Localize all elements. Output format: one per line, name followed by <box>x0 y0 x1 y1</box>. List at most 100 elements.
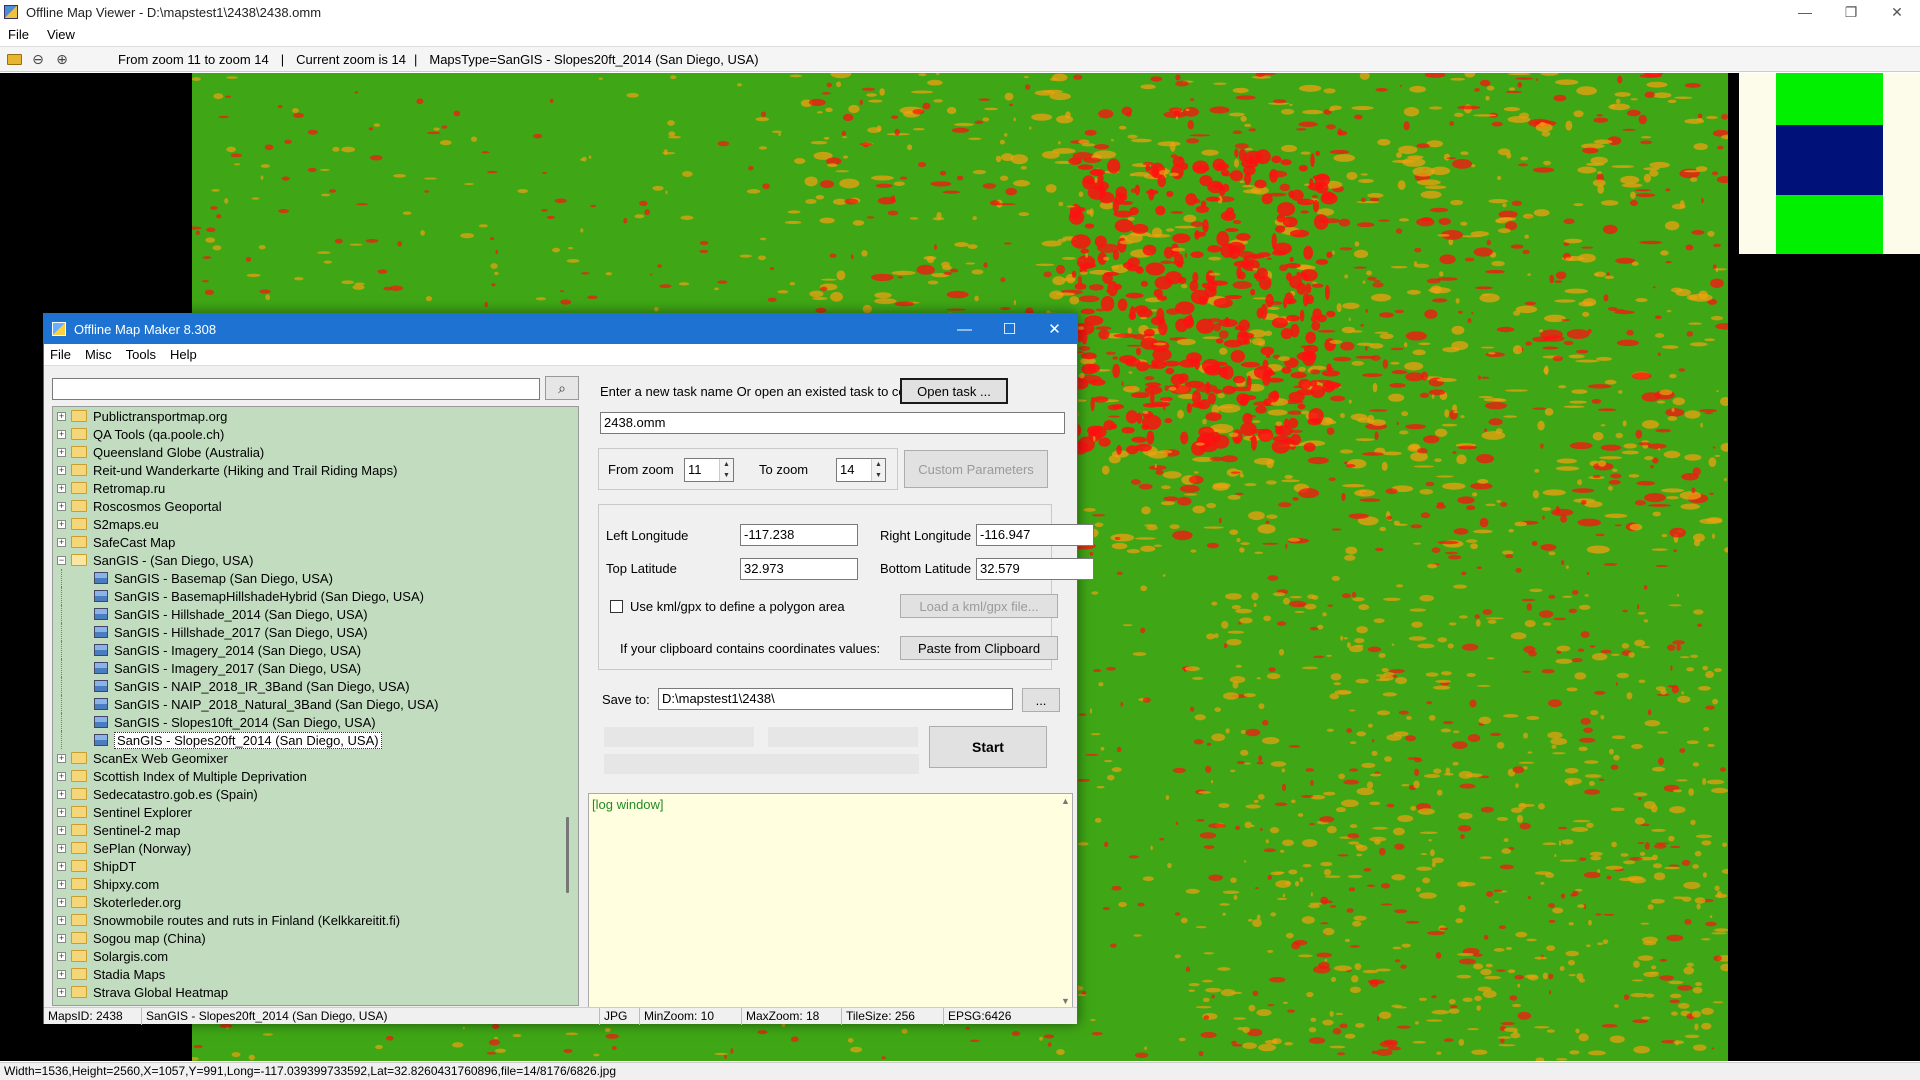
close-icon[interactable]: ✕ <box>1874 0 1920 24</box>
down-arrow-icon[interactable]: ▼ <box>720 470 733 481</box>
tree-folder-item[interactable]: + Roscosmos Geoportal <box>53 497 563 515</box>
open-folder-icon[interactable] <box>4 49 24 69</box>
tree-folder-item[interactable]: + S2maps.eu <box>53 515 563 533</box>
minimize-icon[interactable]: — <box>942 314 987 344</box>
expand-icon[interactable]: + <box>57 429 66 439</box>
from-zoom-stepper[interactable]: 11 ▲ ▼ <box>684 458 734 482</box>
left-longitude-field[interactable]: -117.238 <box>740 524 858 546</box>
close-icon[interactable]: ✕ <box>1032 314 1077 344</box>
tree-map-item[interactable]: SanGIS - NAIP_2018_IR_3Band (San Diego, … <box>53 677 563 695</box>
expand-icon[interactable]: + <box>57 447 66 457</box>
paste-clipboard-button[interactable]: Paste from Clipboard <box>900 636 1058 660</box>
top-latitude-field[interactable]: 32.973 <box>740 558 858 580</box>
tree-scrollbar[interactable] <box>561 407 578 1005</box>
expand-icon[interactable]: + <box>57 501 66 511</box>
menu-view[interactable]: View <box>47 27 75 42</box>
scroll-down-icon[interactable]: ▼ <box>1061 996 1070 1006</box>
minimap[interactable] <box>1739 73 1920 254</box>
tree-map-item[interactable]: SanGIS - Slopes20ft_2014 (San Diego, USA… <box>53 731 563 749</box>
tree-folder-item[interactable]: + Shipxy.com <box>53 875 563 893</box>
tree-folder-item[interactable]: + Scottish Index of Multiple Deprivation <box>53 767 563 785</box>
tree-folder-item[interactable]: + Queensland Globe (Australia) <box>53 443 563 461</box>
expand-icon[interactable]: + <box>57 969 66 979</box>
tree-folder-item[interactable]: + Publictransportmap.org <box>53 407 563 425</box>
load-kml-button[interactable]: Load a kml/gpx file... <box>900 594 1058 618</box>
search-button[interactable]: ⌕ <box>545 376 579 400</box>
expand-icon[interactable]: + <box>57 861 66 871</box>
menu-file[interactable]: File <box>50 347 71 362</box>
tree-map-item[interactable]: SanGIS - Imagery_2014 (San Diego, USA) <box>53 641 563 659</box>
menu-file[interactable]: File <box>8 27 29 42</box>
tree-folder-item[interactable]: − SanGIS - (San Diego, USA) <box>53 551 563 569</box>
browse-button[interactable]: ... <box>1022 688 1060 712</box>
tree-map-item[interactable]: SanGIS - Hillshade_2014 (San Diego, USA) <box>53 605 563 623</box>
expand-icon[interactable]: + <box>57 879 66 889</box>
scroll-up-icon[interactable]: ▲ <box>1061 796 1070 806</box>
up-arrow-icon[interactable]: ▲ <box>720 459 733 470</box>
scrollbar-thumb[interactable] <box>566 817 569 893</box>
task-name-field[interactable]: 2438.omm <box>600 412 1065 434</box>
tree-map-item[interactable]: SanGIS - BasemapHillshadeHybrid (San Die… <box>53 587 563 605</box>
right-longitude-field[interactable]: -116.947 <box>976 524 1094 546</box>
tree-folder-item[interactable]: + Solargis.com <box>53 947 563 965</box>
search-input[interactable] <box>52 378 540 400</box>
menu-help[interactable]: Help <box>170 347 197 362</box>
to-zoom-stepper[interactable]: 14 ▲ ▼ <box>836 458 886 482</box>
expand-icon[interactable]: + <box>57 987 66 997</box>
expand-icon[interactable]: + <box>57 753 66 763</box>
tree-map-item[interactable]: SanGIS - Imagery_2017 (San Diego, USA) <box>53 659 563 677</box>
tree-map-item[interactable]: SanGIS - NAIP_2018_Natural_3Band (San Di… <box>53 695 563 713</box>
tree-map-item[interactable]: SanGIS - Slopes10ft_2014 (San Diego, USA… <box>53 713 563 731</box>
tree-folder-item[interactable]: + Sogou map (China) <box>53 929 563 947</box>
tree-folder-item[interactable]: + SafeCast Map <box>53 533 563 551</box>
custom-parameters-button[interactable]: Custom Parameters <box>904 450 1048 488</box>
tree-map-item[interactable]: SanGIS - Hillshade_2017 (San Diego, USA) <box>53 623 563 641</box>
zoom-in-icon[interactable]: ⊕ <box>52 49 72 69</box>
log-window[interactable]: [log window] ▲ ▼ <box>588 793 1073 1010</box>
tree-folder-item[interactable]: + SePlan (Norway) <box>53 839 563 857</box>
tree-folder-item[interactable]: + Retromap.ru <box>53 479 563 497</box>
zoom-out-icon[interactable]: ⊖ <box>28 49 48 69</box>
expand-icon[interactable]: + <box>57 951 66 961</box>
tree-folder-item[interactable]: + Reit-und Wanderkarte (Hiking and Trail … <box>53 461 563 479</box>
tree-folder-item[interactable]: + Stadia Maps <box>53 965 563 983</box>
tree-folder-item[interactable]: + ScanEx Web Geomixer <box>53 749 563 767</box>
minimize-icon[interactable]: — <box>1782 0 1828 24</box>
collapse-icon[interactable]: − <box>57 555 66 565</box>
expand-icon[interactable]: + <box>57 789 66 799</box>
bottom-latitude-field[interactable]: 32.579 <box>976 558 1094 580</box>
expand-icon[interactable]: + <box>57 519 66 529</box>
tree-map-item[interactable]: SanGIS - Basemap (San Diego, USA) <box>53 569 563 587</box>
menu-misc[interactable]: Misc <box>85 347 112 362</box>
expand-icon[interactable]: + <box>57 843 66 853</box>
expand-icon[interactable]: + <box>57 915 66 925</box>
tree-folder-item[interactable]: + Snowmobile routes and ruts in Finland (… <box>53 911 563 929</box>
maximize-icon[interactable]: ☐ <box>987 314 1032 344</box>
expand-icon[interactable]: + <box>57 771 66 781</box>
dialog-titlebar[interactable]: Offline Map Maker 8.308 — ☐ ✕ <box>44 314 1077 344</box>
tree-folder-item[interactable]: + Skoterleder.org <box>53 893 563 911</box>
tree-folder-item[interactable]: + Sentinel Explorer <box>53 803 563 821</box>
tree-folder-item[interactable]: + Strava Global Heatmap <box>53 983 563 1001</box>
expand-icon[interactable]: + <box>57 411 66 421</box>
expand-icon[interactable]: + <box>57 483 66 493</box>
expand-icon[interactable]: + <box>57 807 66 817</box>
tree-folder-item[interactable]: + ShipDT <box>53 857 563 875</box>
up-arrow-icon[interactable]: ▲ <box>872 459 885 470</box>
expand-icon[interactable]: + <box>57 465 66 475</box>
tree-folder-item[interactable]: + Sentinel-2 map <box>53 821 563 839</box>
map-source-tree[interactable]: + Publictransportmap.org + QA Tools (qa.poo… <box>52 406 579 1006</box>
start-button[interactable]: Start <box>929 726 1047 768</box>
open-task-button[interactable]: Open task ... <box>900 378 1008 404</box>
down-arrow-icon[interactable]: ▼ <box>872 470 885 481</box>
tree-folder-item[interactable]: + Sedecatastro.gob.es (Spain) <box>53 785 563 803</box>
expand-icon[interactable]: + <box>57 933 66 943</box>
expand-icon[interactable]: + <box>57 897 66 907</box>
restore-icon[interactable]: ❐ <box>1828 0 1874 24</box>
expand-icon[interactable]: + <box>57 537 66 547</box>
use-kml-checkbox[interactable] <box>610 600 623 613</box>
menu-tools[interactable]: Tools <box>126 347 156 362</box>
expand-icon[interactable]: + <box>57 825 66 835</box>
log-scrollbar[interactable]: ▲ ▼ <box>1058 794 1072 1009</box>
save-path-field[interactable]: D:\mapstest1\2438\ <box>658 688 1013 710</box>
